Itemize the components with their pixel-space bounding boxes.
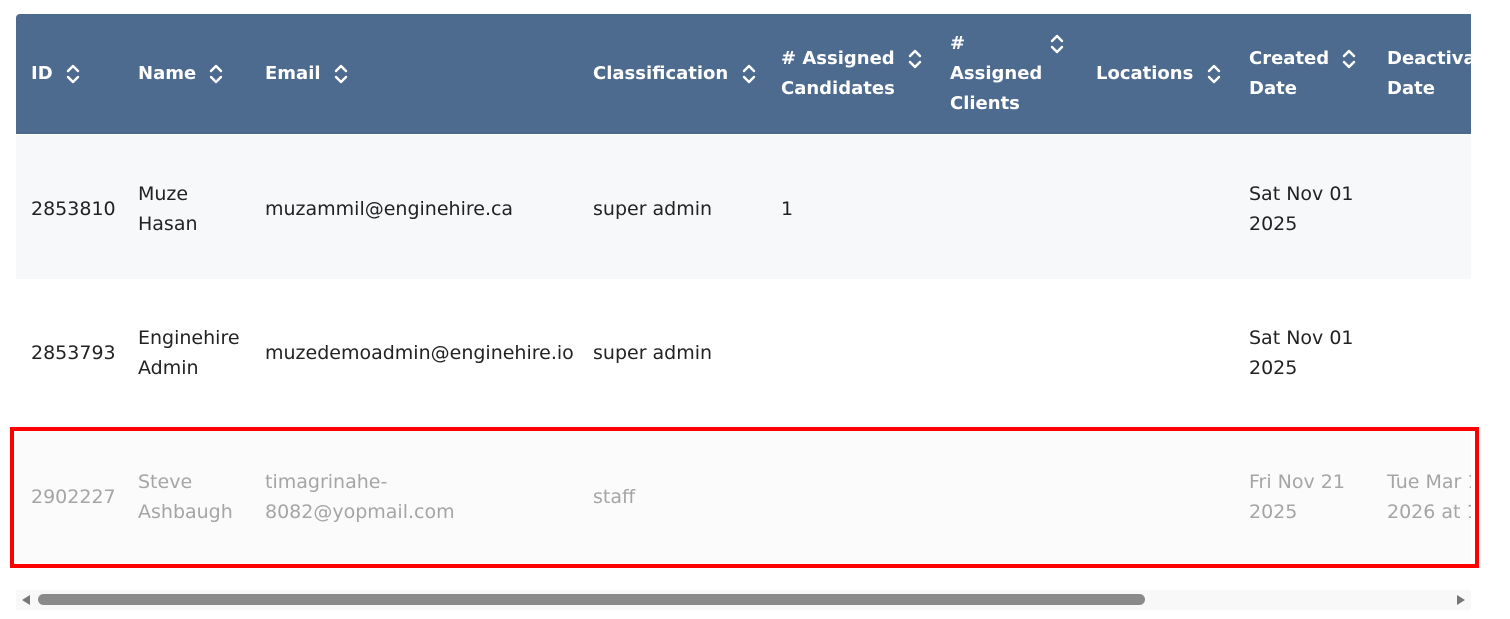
column-header-label: ID: [31, 63, 53, 84]
column-header-label: Classification: [593, 63, 729, 84]
sort-icon[interactable]: [1207, 63, 1221, 85]
cell-email-line: 8082@yopmail.com: [265, 501, 455, 523]
cell-email: muzedemoadmin@enginehire.io: [265, 342, 574, 364]
column-header-label-line: Clients: [950, 93, 1020, 114]
cell-name: Steve Ashbaugh: [138, 467, 233, 527]
table-row[interactable]: 2853793 Enginehire Admin muzedemoadmin@e…: [16, 280, 1471, 425]
column-header-id[interactable]: ID: [31, 59, 80, 89]
cell-date-line: 2025: [1249, 501, 1298, 523]
column-header-label: Deactiva Date: [1387, 44, 1471, 104]
cell-email: timagrinahe- 8082@yopmail.com: [265, 467, 455, 527]
column-header-label: # Assigned Clients: [950, 29, 1042, 119]
column-header-label: Name: [138, 63, 197, 84]
sort-icon[interactable]: [209, 63, 223, 85]
horizontal-scrollbar[interactable]: [16, 590, 1471, 610]
cell-created-date: Fri Nov 21 2025: [1249, 467, 1345, 527]
sort-icon[interactable]: [66, 63, 80, 85]
cell-created-date: Sat Nov 01 2025: [1249, 323, 1354, 383]
column-header-label-line: #: [950, 33, 966, 54]
cell-id: 2853793: [31, 342, 116, 364]
cell-name-line: Enginehire: [138, 327, 240, 349]
cell-name-line: Hasan: [138, 213, 198, 235]
sort-icon[interactable]: [908, 48, 922, 70]
column-header-label: Locations: [1096, 63, 1194, 84]
cell-id: 2853810: [31, 198, 116, 220]
cell-date-line: 2025: [1249, 357, 1298, 379]
cell-assigned-candidates: 1: [781, 198, 794, 220]
cell-id: 2902227: [31, 486, 116, 508]
sort-icon[interactable]: [1342, 48, 1356, 70]
cell-classification: super admin: [593, 342, 713, 364]
scroll-left-arrow-icon[interactable]: [22, 595, 30, 605]
column-header-label-line: Assigned: [950, 63, 1043, 84]
sort-icon[interactable]: [742, 63, 756, 85]
cell-created-date: Sat Nov 01 2025: [1249, 179, 1354, 239]
column-header-classification[interactable]: Classification: [593, 59, 756, 89]
cell-name: Muze Hasan: [138, 179, 198, 239]
column-header-label-line: Deactiva: [1387, 48, 1471, 69]
cell-date-line: 2026 at 1: [1387, 501, 1471, 523]
table-row-deactivated[interactable]: 2902227 Steve Ashbaugh timagrinahe- 8082…: [16, 428, 1471, 562]
column-header-deactivated-date[interactable]: Deactiva Date: [1387, 44, 1471, 104]
column-header-label: # Assigned Candidates: [781, 44, 895, 104]
cell-name-line: Steve: [138, 471, 193, 493]
column-header-label-line: Candidates: [781, 78, 895, 99]
users-table: ID Name Email Classification # Assigned …: [16, 14, 1471, 569]
table-row[interactable]: 2853810 Muze Hasan muzammil@enginehire.c…: [16, 135, 1471, 279]
column-header-locations[interactable]: Locations: [1096, 59, 1221, 89]
column-header-assigned-clients[interactable]: # Assigned Clients: [950, 29, 1064, 119]
sort-icon[interactable]: [334, 63, 348, 85]
table-header: ID Name Email Classification # Assigned …: [16, 14, 1471, 134]
cell-date-line: Fri Nov 21: [1249, 471, 1345, 493]
cell-email: muzammil@enginehire.ca: [265, 198, 514, 220]
column-header-created-date[interactable]: Created Date: [1249, 44, 1356, 104]
cell-name-line: Admin: [138, 357, 199, 379]
cell-classification: super admin: [593, 198, 713, 220]
column-header-name[interactable]: Name: [138, 59, 223, 89]
cell-name-line: Ashbaugh: [138, 501, 233, 523]
cell-date-line: 2025: [1249, 213, 1298, 235]
column-header-assigned-candidates[interactable]: # Assigned Candidates: [781, 44, 922, 104]
scroll-right-arrow-icon[interactable]: [1457, 595, 1465, 605]
column-header-label: Email: [265, 63, 321, 84]
cell-deactivated-date: Tue Mar 1 2026 at 1: [1387, 467, 1471, 527]
cell-classification: staff: [593, 486, 636, 508]
scrollbar-thumb[interactable]: [38, 594, 1145, 605]
column-header-label-line: Created: [1249, 48, 1330, 69]
column-header-label-line: # Assigned: [781, 48, 895, 69]
cell-date-line: Sat Nov 01: [1249, 183, 1354, 205]
column-header-label-line: Date: [1249, 78, 1297, 99]
sort-icon[interactable]: [1050, 33, 1064, 55]
cell-name-line: Muze: [138, 183, 189, 205]
column-header-label-line: Date: [1387, 78, 1435, 99]
cell-date-line: Sat Nov 01: [1249, 327, 1354, 349]
cell-email-line: timagrinahe-: [265, 471, 388, 493]
column-header-label: Created Date: [1249, 44, 1329, 104]
column-header-email[interactable]: Email: [265, 59, 348, 89]
cell-date-line: Tue Mar 1: [1387, 471, 1471, 493]
cell-name: Enginehire Admin: [138, 323, 240, 383]
